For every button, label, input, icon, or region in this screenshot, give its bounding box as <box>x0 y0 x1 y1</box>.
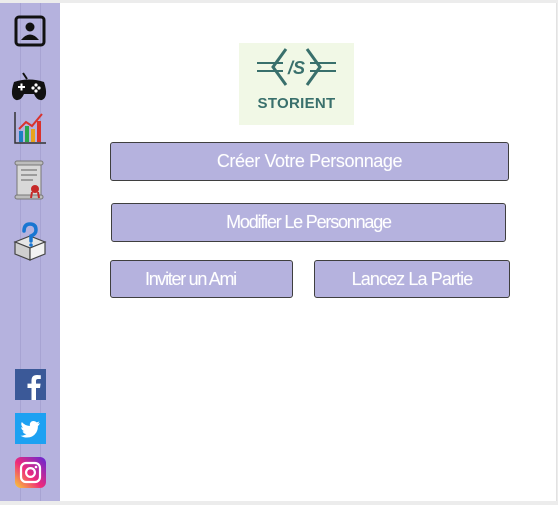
launch-game-button[interactable]: Lancez La Partie <box>314 260 510 298</box>
logo-symbol: /S <box>287 58 305 78</box>
modify-character-button[interactable]: Modifier Le Personnage <box>111 203 506 242</box>
gamepad-icon[interactable] <box>11 69 48 105</box>
stats-chart-icon[interactable] <box>12 110 48 146</box>
sidebar <box>0 3 60 501</box>
twitter-icon[interactable] <box>15 413 46 444</box>
storient-logo: /S STORIENT <box>239 43 354 125</box>
facebook-icon[interactable] <box>15 369 46 400</box>
help-box-icon[interactable] <box>12 222 48 261</box>
invite-friend-button[interactable]: Inviter un Ami <box>110 260 293 298</box>
logo-text: STORIENT <box>257 95 336 112</box>
profile-icon[interactable] <box>12 14 48 50</box>
app-window: /S STORIENT Créer Votre Personnage Modif… <box>0 3 557 501</box>
certificate-scroll-icon[interactable] <box>12 160 48 200</box>
create-character-button[interactable]: Créer Votre Personnage <box>110 142 509 181</box>
instagram-icon[interactable] <box>15 457 46 488</box>
